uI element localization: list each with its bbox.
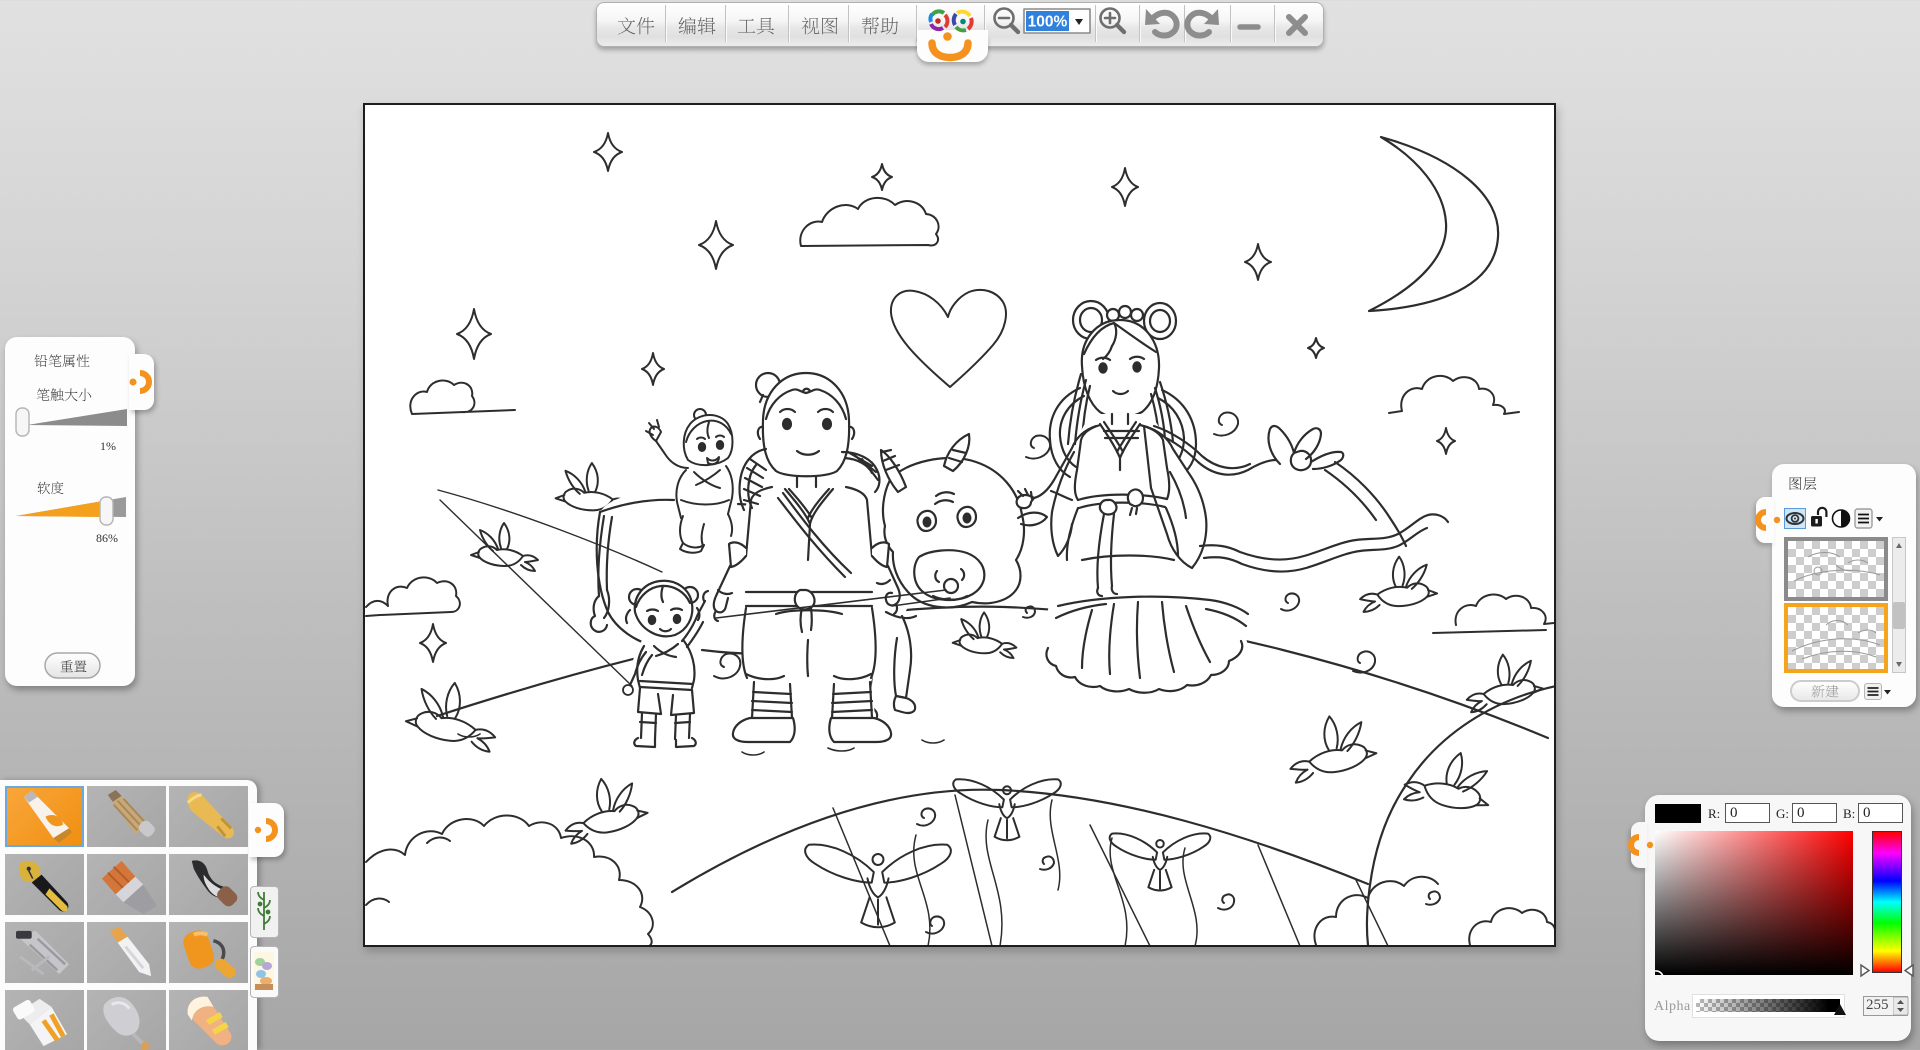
svg-text:86%: 86% bbox=[96, 531, 118, 545]
svg-text:1%: 1% bbox=[100, 439, 116, 453]
svg-text:100%: 100% bbox=[1028, 14, 1068, 31]
